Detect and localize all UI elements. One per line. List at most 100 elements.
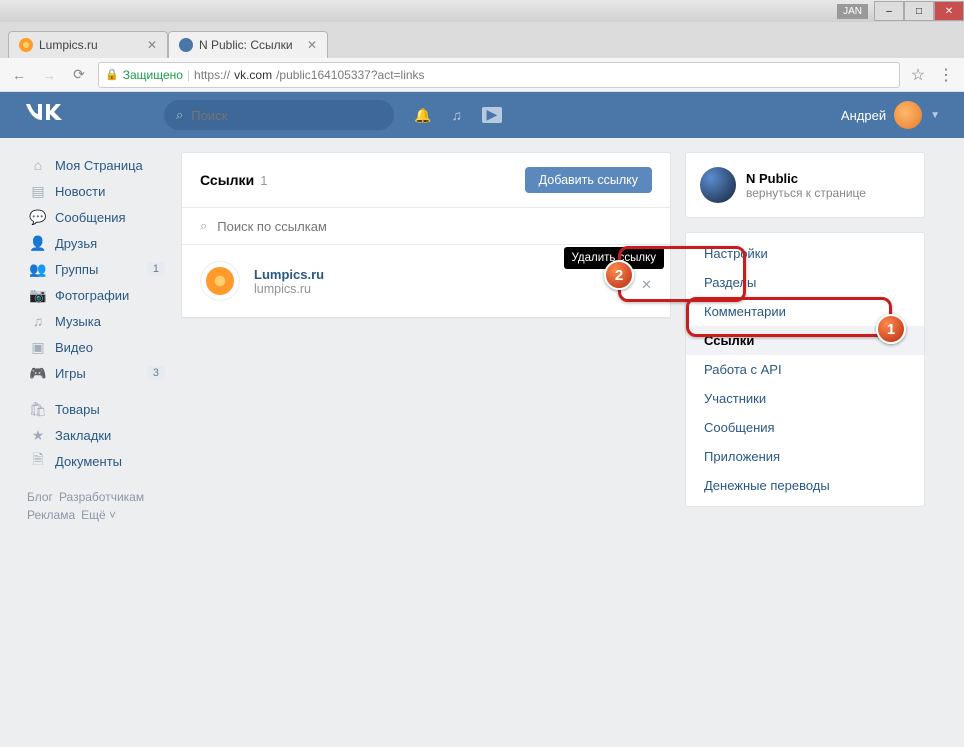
nav-photos[interactable]: 📷 Фотографии [27, 282, 167, 308]
nav-documents[interactable]: 🗎 Документы [27, 448, 167, 474]
tab-close-icon[interactable]: ✕ [307, 38, 317, 52]
panel-header: Ссылки 1 Добавить ссылку [182, 153, 670, 208]
group-avatar [700, 167, 736, 203]
nav-groups[interactable]: 👥 Группы 1 [27, 256, 167, 282]
video-icon: ▣ [29, 338, 47, 356]
document-icon: 🗎 [29, 452, 47, 470]
nav-video[interactable]: ▣Видео [27, 334, 167, 360]
favicon-icon [19, 38, 33, 52]
nav-goods[interactable]: 🛍 Товары [27, 396, 167, 422]
group-name[interactable]: N Public [746, 171, 866, 186]
footer-link[interactable]: Разработчикам [59, 490, 144, 504]
forward-button[interactable]: → [38, 67, 60, 83]
news-icon: ▤ [29, 182, 47, 200]
settings-menu: Настройки Разделы Комментарии Ссылки Раб… [685, 232, 925, 507]
nav-label: Музыка [55, 314, 101, 329]
nav-label: Закладки [55, 428, 111, 443]
menu-settings[interactable]: Настройки [686, 239, 924, 268]
nav-games[interactable]: 🎮Игры3 [27, 360, 167, 386]
footer-link[interactable]: Ещё ˅ [81, 508, 116, 522]
delete-link-button[interactable]: ✕ [641, 277, 652, 293]
nav-label: Новости [55, 184, 105, 199]
window-titlebar: JAN – □ ✕ [0, 0, 964, 22]
nav-label: Игры [55, 366, 86, 381]
nav-label: Фотографии [55, 288, 129, 303]
link-item: Lumpics.ru lumpics.ru Удалить ссылку ✕ [182, 245, 670, 317]
user-menu[interactable]: Андрей ▼ [841, 101, 940, 129]
url-path: /public164105337?act=links [276, 68, 424, 82]
bookmark-button[interactable]: ☆ [908, 65, 928, 85]
secure-label: Защищено [123, 68, 183, 82]
music-icon[interactable]: ♫ [451, 107, 462, 124]
links-search[interactable]: ⌕ [182, 208, 670, 245]
nav-label: Друзья [55, 236, 97, 251]
address-bar[interactable]: 🔒 Защищено | https://vk.com/public164105… [98, 62, 900, 88]
search-icon: ⌕ [200, 218, 207, 234]
minimize-button[interactable]: – [874, 1, 904, 21]
nav-label: Группы [55, 262, 98, 277]
add-link-button[interactable]: Добавить ссылку [525, 167, 652, 193]
nav-music[interactable]: ♫Музыка [27, 308, 167, 334]
link-title[interactable]: Lumpics.ru [254, 267, 324, 282]
reload-button[interactable]: ⟳ [68, 66, 90, 83]
vk-logo[interactable] [24, 100, 164, 130]
tab-title: N Public: Ссылки [199, 38, 293, 52]
footer-link[interactable]: Блог [27, 490, 53, 504]
nav-friends[interactable]: 👤Друзья [27, 230, 167, 256]
play-icon[interactable]: ▶ [482, 107, 502, 123]
nav-my-page[interactable]: ⌂ Моя Страница [27, 152, 167, 178]
menu-transfers[interactable]: Денежные переводы [686, 471, 924, 500]
menu-apps[interactable]: Приложения [686, 442, 924, 471]
panel-title: Ссылки [200, 172, 254, 188]
link-favicon [200, 261, 240, 301]
nav-badge: 3 [147, 366, 165, 380]
url-protocol: https:// [194, 68, 230, 82]
browser-menu-button[interactable]: ⋮ [936, 65, 956, 85]
nav-label: Документы [55, 454, 122, 469]
notifications-icon[interactable]: 🔔 [414, 107, 431, 124]
footer-link[interactable]: Реклама [27, 508, 75, 522]
nav-badge: 1 [147, 262, 165, 276]
menu-messages[interactable]: Сообщения [686, 413, 924, 442]
messages-icon: 💬 [29, 208, 47, 226]
browser-tabstrip: Lumpics.ru ✕ N Public: Ссылки ✕ [0, 22, 964, 58]
nav-bookmarks[interactable]: ★ Закладки [27, 422, 167, 448]
menu-api[interactable]: Работа с API [686, 355, 924, 384]
links-search-input[interactable] [217, 219, 652, 234]
close-button[interactable]: ✕ [934, 1, 964, 21]
tab-close-icon[interactable]: ✕ [147, 38, 157, 52]
vk-header: ⌕ 🔔 ♫ ▶ Андрей ▼ [0, 92, 964, 138]
lock-icon: 🔒 [105, 68, 119, 81]
nav-label: Сообщения [55, 210, 126, 225]
nav-label: Моя Страница [55, 158, 143, 173]
link-subtitle: lumpics.ru [254, 282, 324, 296]
group-card: N Public вернуться к странице [685, 152, 925, 218]
chevron-down-icon: ▼ [930, 110, 940, 121]
search-icon: ⌕ [176, 107, 183, 123]
page-body: ⌂ Моя Страница ▤ Новости 💬 Сообщения 👤Друзь… [0, 138, 964, 747]
group-back-link[interactable]: вернуться к странице [746, 186, 866, 200]
header-icons: 🔔 ♫ ▶ [414, 107, 502, 124]
tab-title: Lumpics.ru [39, 38, 98, 52]
search-input[interactable] [191, 108, 382, 123]
groups-icon: 👥 [29, 260, 47, 278]
nav-messages[interactable]: 💬 Сообщения [27, 204, 167, 230]
search-box[interactable]: ⌕ [164, 100, 394, 130]
menu-members[interactable]: Участники [686, 384, 924, 413]
favicon-icon [179, 38, 193, 52]
nav-news[interactable]: ▤ Новости [27, 178, 167, 204]
orange-icon [206, 267, 234, 295]
browser-tab[interactable]: Lumpics.ru ✕ [8, 31, 168, 58]
menu-sections[interactable]: Разделы [686, 268, 924, 297]
browser-tab-active[interactable]: N Public: Ссылки ✕ [168, 31, 328, 58]
nav-label: Товары [55, 402, 100, 417]
camera-icon: 📷 [29, 286, 47, 304]
maximize-button[interactable]: □ [904, 1, 934, 21]
home-icon: ⌂ [29, 156, 47, 174]
bag-icon: 🛍 [29, 400, 47, 418]
left-nav: ⌂ Моя Страница ▤ Новости 💬 Сообщения 👤Друзь… [27, 152, 167, 524]
annotation-badge-2: 2 [604, 260, 634, 290]
browser-toolbar: ← → ⟳ 🔒 Защищено | https://vk.com/public… [0, 58, 964, 92]
star-icon: ★ [29, 426, 47, 444]
back-button[interactable]: ← [8, 67, 30, 83]
